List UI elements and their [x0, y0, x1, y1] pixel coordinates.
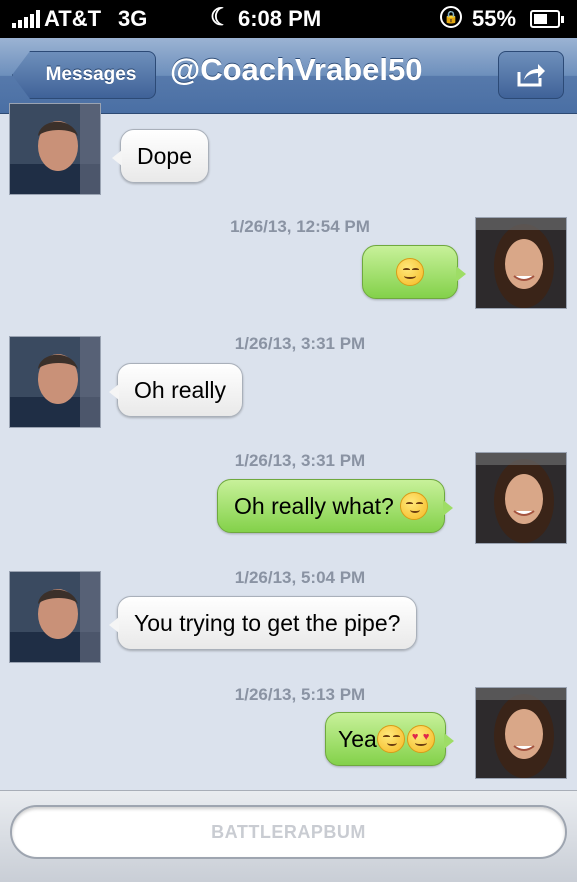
message-bubble-incoming[interactable]: Oh really	[109, 363, 244, 417]
bubble-tail	[109, 384, 119, 400]
battery-percent: 55%	[472, 6, 517, 31]
clock: 6:08 PM	[238, 6, 322, 31]
message-bubble-outgoing[interactable]: Oh really what?	[217, 479, 453, 533]
smirking-emoji-icon	[376, 725, 405, 753]
rotation-lock-icon: 🔒	[440, 6, 462, 28]
network-type: 3G	[118, 6, 148, 31]
message-text: Oh really what?	[234, 492, 394, 519]
my-avatar[interactable]	[475, 217, 567, 309]
message-text: Oh really	[134, 376, 227, 403]
bubble-tail	[456, 266, 466, 282]
battery-icon	[530, 10, 564, 28]
share-button[interactable]	[498, 51, 564, 99]
my-photo	[476, 218, 566, 308]
message-text: Yea	[338, 725, 377, 752]
message-timestamp: 1/26/13, 3:31 PM	[234, 334, 366, 353]
do-not-disturb-icon: ☾	[210, 4, 232, 31]
contact-avatar[interactable]	[9, 103, 101, 195]
bubble-tail	[109, 617, 119, 633]
message-input[interactable]: BATTLERAPBUM	[10, 805, 567, 859]
my-avatar[interactable]	[475, 687, 567, 779]
bubble-tail	[112, 150, 122, 166]
carrier-name: AT&T	[44, 6, 102, 31]
smirking-emoji-icon	[399, 492, 428, 520]
heart-eyes-emoji-icon: ♥ ♥	[406, 725, 435, 753]
message-bubble-incoming[interactable]: You trying to get the pipe?	[109, 596, 418, 650]
back-to-messages-button[interactable]: Messages	[12, 51, 156, 99]
message-timestamp: 1/26/13, 5:13 PM	[234, 685, 366, 704]
message-bubble-outgoing[interactable]: Yea ♥ ♥	[325, 712, 454, 766]
bubble-tail	[443, 733, 454, 749]
contact-avatar[interactable]	[9, 336, 101, 428]
contact-photo	[10, 104, 100, 194]
message-bubble-incoming[interactable]: Dope	[112, 129, 209, 183]
message-text: You trying to get the pipe?	[134, 609, 401, 636]
contact-photo	[10, 572, 100, 662]
contact-avatar[interactable]	[9, 571, 101, 663]
contact-photo	[10, 337, 100, 427]
share-icon	[517, 64, 545, 87]
signal-strength-icon	[12, 10, 40, 28]
message-timestamp: 1/26/13, 12:54 PM	[230, 217, 370, 236]
my-avatar[interactable]	[475, 452, 567, 544]
smiling-emoji-icon	[396, 258, 424, 286]
my-photo	[476, 453, 566, 543]
message-text: Dope	[137, 142, 192, 169]
bubble-tail	[442, 500, 453, 516]
message-timestamp: 1/26/13, 5:04 PM	[234, 568, 366, 587]
message-timestamp: 1/26/13, 3:31 PM	[234, 451, 366, 470]
conversation-title: @CoachVrabel50	[170, 52, 423, 87]
my-photo	[476, 688, 566, 778]
message-bubble-outgoing[interactable]	[362, 245, 466, 299]
message-composer: BATTLERAPBUM	[0, 790, 577, 882]
status-bar: AT&T 3G ☾ 6:08 PM 🔒 55%	[0, 0, 577, 38]
